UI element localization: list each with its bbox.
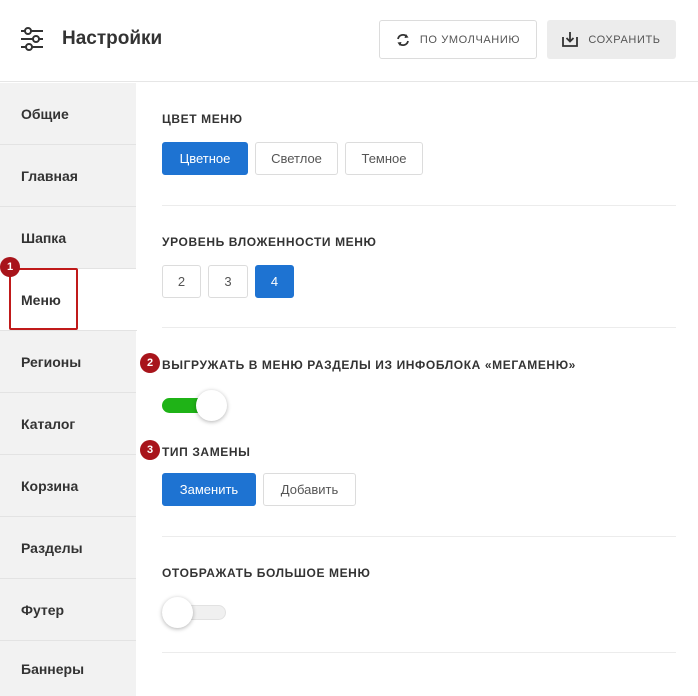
divider <box>162 536 676 537</box>
toggle-knob <box>196 390 227 421</box>
megamenu-toggle[interactable] <box>162 388 228 422</box>
sidebar-item-cart[interactable]: Корзина <box>0 455 136 517</box>
menu-nesting-label: УРОВЕНЬ ВЛОЖЕННОСТИ МЕНЮ <box>162 235 377 249</box>
save-button[interactable]: СОХРАНИТЬ <box>547 20 676 59</box>
menu-color-label: ЦВЕТ МЕНЮ <box>162 112 243 126</box>
divider <box>162 652 676 653</box>
sidebar-item-catalog[interactable]: Каталог <box>0 393 136 455</box>
page-title: Настройки <box>62 28 163 49</box>
megamenu-label: ВЫГРУЖАТЬ В МЕНЮ РАЗДЕЛЫ ИЗ ИНФОБЛОКА «М… <box>162 358 576 372</box>
menu-color-colored-option[interactable]: Цветное <box>162 142 248 175</box>
menu-color-light-option[interactable]: Светлое <box>255 142 338 175</box>
annotation-badge-2: 2 <box>140 353 160 373</box>
nesting-level-2-option[interactable]: 2 <box>162 265 201 298</box>
replace-option[interactable]: Заменить <box>162 473 256 506</box>
menu-color-dark-option[interactable]: Темное <box>345 142 423 175</box>
nesting-level-4-option[interactable]: 4 <box>255 265 294 298</box>
annotation-badge-1: 1 <box>0 257 20 277</box>
sliders-icon <box>21 27 43 51</box>
add-option[interactable]: Добавить <box>263 473 356 506</box>
big-menu-label: ОТОБРАЖАТЬ БОЛЬШОЕ МЕНЮ <box>162 566 371 580</box>
divider <box>162 205 676 206</box>
nesting-level-3-option[interactable]: 3 <box>208 265 248 298</box>
sidebar-item-general[interactable]: Общие <box>0 83 136 145</box>
sidebar-item-footer[interactable]: Футер <box>0 579 136 641</box>
annotation-badge-3: 3 <box>140 440 160 460</box>
sidebar-item-sections[interactable]: Разделы <box>0 517 136 579</box>
save-label: СОХРАНИТЬ <box>588 33 661 46</box>
sidebar-item-regions[interactable]: Регионы <box>0 331 136 393</box>
download-icon <box>562 32 579 47</box>
reset-defaults-button[interactable]: ПО УМОЛЧАНИЮ <box>379 20 537 59</box>
sidebar-item-banners[interactable]: Баннеры <box>0 641 136 696</box>
header: Настройки ПО УМОЛЧАНИЮ СОХРАНИТЬ <box>0 0 698 82</box>
big-menu-toggle[interactable] <box>162 595 228 629</box>
replace-type-label: ТИП ЗАМЕНЫ <box>162 445 251 459</box>
refresh-icon <box>397 33 409 46</box>
reset-defaults-label: ПО УМОЛЧАНИЮ <box>419 33 521 46</box>
sidebar-item-main[interactable]: Главная <box>0 145 136 207</box>
sidebar-item-menu[interactable]: Меню <box>0 269 137 331</box>
toggle-knob <box>162 597 193 628</box>
divider <box>162 327 676 328</box>
sidebar-item-header[interactable]: Шапка <box>0 207 136 269</box>
